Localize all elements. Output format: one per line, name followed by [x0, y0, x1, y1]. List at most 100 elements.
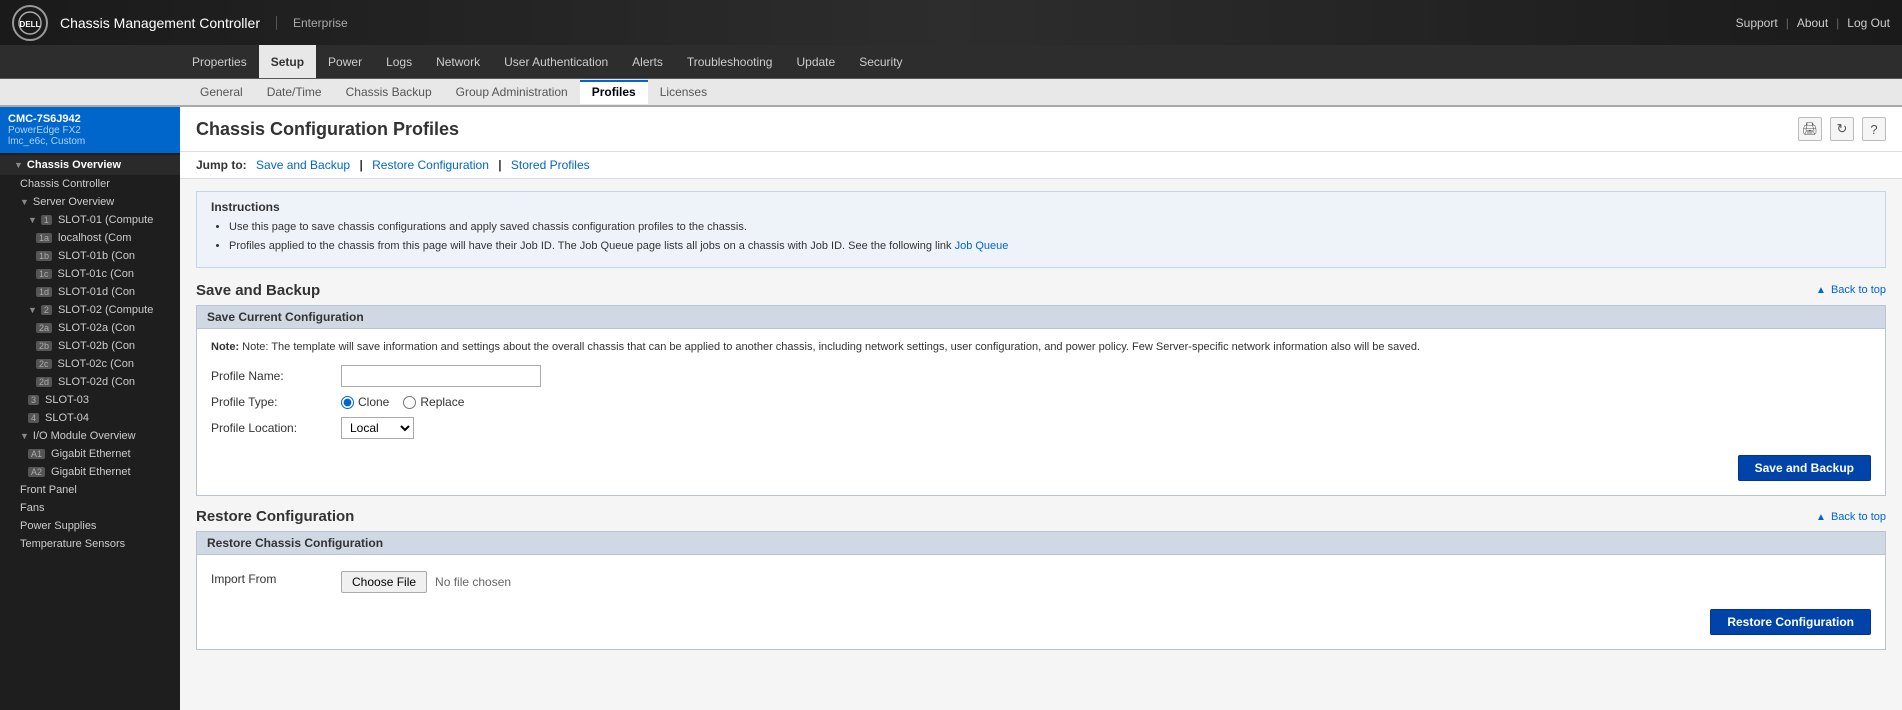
instruction-item-1: Use this page to save chassis configurat…: [229, 220, 1871, 235]
about-link[interactable]: About: [1797, 16, 1828, 30]
badge-a1: A1: [28, 449, 45, 459]
sidebar-item-fans[interactable]: Fans: [0, 499, 180, 517]
tab-power[interactable]: Power: [316, 45, 374, 78]
badge-1c: 1c: [36, 269, 52, 279]
back-to-top-restore[interactable]: ▲ Back to top: [1816, 511, 1886, 523]
content-area: Instructions Use this page to save chass…: [180, 179, 1902, 674]
print-button[interactable]: 🖨: [1798, 117, 1822, 141]
sidebar-item-slot-1b[interactable]: 1b SLOT-01b (Con: [0, 247, 180, 265]
subtab-licenses[interactable]: Licenses: [648, 80, 719, 104]
job-queue-link[interactable]: Job Queue: [955, 240, 1009, 252]
jump-link-save-backup[interactable]: Save and Backup: [256, 158, 350, 172]
save-backup-section: Save and Backup ▲ Back to top Save Curre…: [196, 282, 1886, 497]
badge-a2: A2: [28, 467, 45, 477]
sidebar-item-chassis-overview[interactable]: ▼ Chassis Overview: [0, 155, 180, 175]
page-header: Chassis Configuration Profiles 🖨 ↻ ?: [180, 107, 1902, 152]
sidebar-item-power-supplies[interactable]: Power Supplies: [0, 517, 180, 535]
save-and-backup-button[interactable]: Save and Backup: [1738, 455, 1871, 481]
device-config: lmc_e6c, Custom: [8, 136, 172, 147]
tab-setup[interactable]: Setup: [259, 45, 316, 78]
restore-config-title: Restore Configuration: [196, 508, 354, 525]
radio-replace-input[interactable]: [403, 396, 416, 409]
profile-location-row: Profile Location: Local Remote USB: [211, 417, 1871, 439]
sidebar-item-slot-2b[interactable]: 2b SLOT-02b (Con: [0, 337, 180, 355]
profile-type-label: Profile Type:: [211, 395, 341, 409]
tab-logs[interactable]: Logs: [374, 45, 424, 78]
tab-properties[interactable]: Properties: [180, 45, 259, 78]
badge-2d: 2d: [36, 377, 52, 387]
support-link[interactable]: Support: [1736, 16, 1778, 30]
sidebar-item-io-module[interactable]: ▼ I/O Module Overview: [0, 427, 180, 445]
restore-configuration-button[interactable]: Restore Configuration: [1710, 609, 1871, 635]
save-current-config-body: Note: Note: The template will save infor…: [196, 329, 1886, 497]
sidebar-item-slot-1c[interactable]: 1c SLOT-01c (Con: [0, 265, 180, 283]
tab-security[interactable]: Security: [847, 45, 914, 78]
refresh-button[interactable]: ↻: [1830, 117, 1854, 141]
jump-link-restore-config[interactable]: Restore Configuration: [372, 158, 489, 172]
jump-to-label: Jump to:: [196, 158, 247, 172]
radio-replace[interactable]: Replace: [403, 395, 464, 409]
badge-1b: 1b: [36, 251, 52, 261]
save-backup-footer: Save and Backup: [211, 447, 1871, 485]
tab-alerts[interactable]: Alerts: [620, 45, 675, 78]
badge-1a: 1a: [36, 233, 52, 243]
tab-network[interactable]: Network: [424, 45, 492, 78]
tab-user-auth[interactable]: User Authentication: [492, 45, 620, 78]
sidebar-item-slot-1d[interactable]: 1d SLOT-01d (Con: [0, 283, 180, 301]
tab-troubleshooting[interactable]: Troubleshooting: [675, 45, 785, 78]
badge-2c: 2c: [36, 359, 52, 369]
sidebar-item-front-panel[interactable]: Front Panel: [0, 481, 180, 499]
restore-config-footer: Restore Configuration: [211, 601, 1871, 639]
jump-sep-1: |: [359, 158, 362, 172]
radio-clone[interactable]: Clone: [341, 395, 389, 409]
subtab-datetime[interactable]: Date/Time: [255, 80, 334, 104]
jump-link-stored-profiles[interactable]: Stored Profiles: [511, 158, 590, 172]
profile-type-row: Profile Type: Clone Replace: [211, 395, 1871, 409]
sidebar-item-slot-2c[interactable]: 2c SLOT-02c (Con: [0, 355, 180, 373]
import-from-row: Import From Choose File No file chosen: [211, 565, 1871, 593]
back-to-top-save[interactable]: ▲ Back to top: [1816, 284, 1886, 296]
sidebar-device-info: CMC-7S6J942 PowerEdge FX2 lmc_e6c, Custo…: [0, 107, 180, 153]
logout-link[interactable]: Log Out: [1847, 16, 1890, 30]
sidebar-item-io-a1[interactable]: A1 Gigabit Ethernet: [0, 445, 180, 463]
sidebar-item-slot-02[interactable]: ▼ 2 SLOT-02 (Compute: [0, 301, 180, 319]
sidebar-item-chassis-controller[interactable]: Chassis Controller: [0, 175, 180, 193]
badge-2b: 2b: [36, 341, 52, 351]
header: DELL Chassis Management Controller Enter…: [0, 0, 1902, 45]
profile-location-label: Profile Location:: [211, 421, 341, 435]
subtab-chassis-backup[interactable]: Chassis Backup: [334, 80, 444, 104]
profile-name-row: Profile Name:: [211, 365, 1871, 387]
subtab-general[interactable]: General: [188, 80, 255, 104]
subtab-group-admin[interactable]: Group Administration: [444, 80, 580, 104]
tab-update[interactable]: Update: [784, 45, 847, 78]
sidebar-item-server-overview[interactable]: ▼ Server Overview: [0, 193, 180, 211]
sidebar: CMC-7S6J942 PowerEdge FX2 lmc_e6c, Custo…: [0, 107, 180, 710]
restore-chassis-body: Import From Choose File No file chosen R…: [196, 555, 1886, 650]
sep2: |: [1836, 16, 1839, 30]
sidebar-item-slot-1a[interactable]: 1a localhost (Com: [0, 229, 180, 247]
sep1: |: [1786, 16, 1789, 30]
badge-4: 4: [28, 413, 39, 423]
jump-sep-2: |: [498, 158, 501, 172]
save-backup-header-row: Save and Backup ▲ Back to top: [196, 282, 1886, 299]
badge-1d: 1d: [36, 287, 52, 297]
radio-clone-input[interactable]: [341, 396, 354, 409]
app-edition: Enterprise: [276, 16, 348, 30]
sidebar-item-temp-sensors[interactable]: Temperature Sensors: [0, 535, 180, 553]
sidebar-item-io-a2[interactable]: A2 Gigabit Ethernet: [0, 463, 180, 481]
instructions-box: Instructions Use this page to save chass…: [196, 191, 1886, 268]
sidebar-item-slot-04[interactable]: 4 SLOT-04: [0, 409, 180, 427]
instruction-item-2: Profiles applied to the chassis from thi…: [229, 239, 1871, 254]
profile-name-input[interactable]: [341, 365, 541, 387]
arrow-up-icon-2: ▲: [1816, 512, 1826, 523]
sidebar-item-slot-03[interactable]: 3 SLOT-03: [0, 391, 180, 409]
sidebar-item-slot-2a[interactable]: 2a SLOT-02a (Con: [0, 319, 180, 337]
help-button[interactable]: ?: [1862, 117, 1886, 141]
subtab-profiles[interactable]: Profiles: [580, 80, 648, 104]
sidebar-item-slot-01[interactable]: ▼ 1 SLOT-01 (Compute: [0, 211, 180, 229]
device-model: PowerEdge FX2: [8, 125, 172, 136]
profile-location-select[interactable]: Local Remote USB: [341, 417, 414, 439]
choose-file-button[interactable]: Choose File: [341, 571, 427, 593]
layout: CMC-7S6J942 PowerEdge FX2 lmc_e6c, Custo…: [0, 107, 1902, 710]
sidebar-item-slot-2d[interactable]: 2d SLOT-02d (Con: [0, 373, 180, 391]
